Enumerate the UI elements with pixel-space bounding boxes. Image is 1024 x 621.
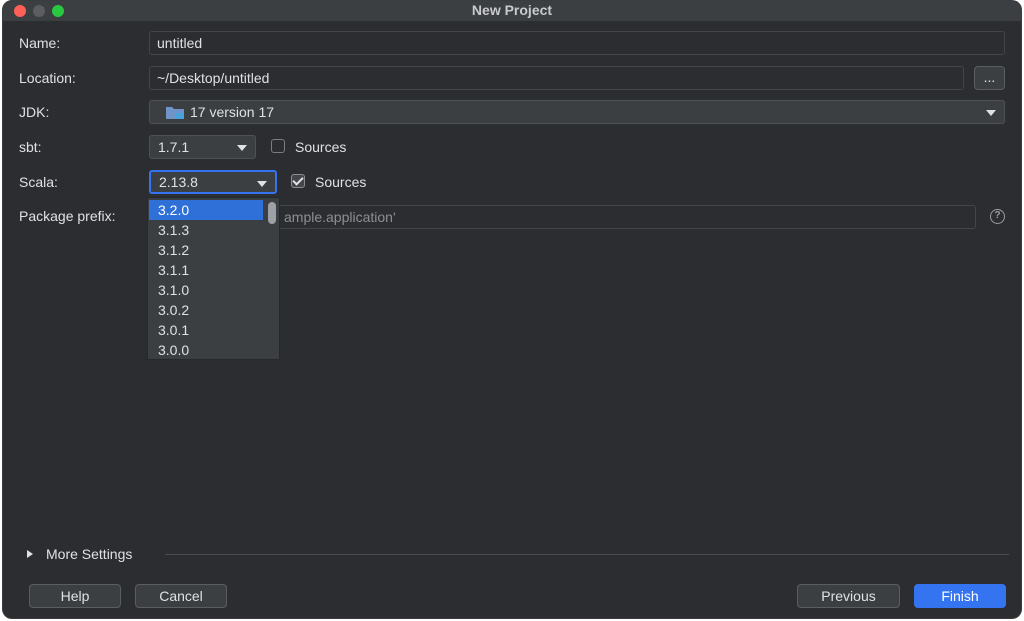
new-project-dialog: New Project Name: untitled Location: ~/D…: [2, 0, 1022, 619]
scala-version-value: 2.13.8: [159, 174, 198, 190]
sbt-label: sbt:: [19, 139, 42, 155]
help-icon[interactable]: ?: [990, 209, 1005, 224]
dropdown-option[interactable]: 3.0.0: [149, 340, 263, 360]
triangle-right-icon[interactable]: [27, 550, 33, 558]
help-button[interactable]: Help: [29, 584, 121, 608]
window-title: New Project: [471, 2, 553, 18]
jdk-select[interactable]: 17 version 17: [149, 100, 1005, 124]
dropdown-option[interactable]: 3.1.3: [149, 220, 263, 240]
dropdown-scrollbar[interactable]: [268, 202, 276, 224]
scala-sources-label: Sources: [315, 174, 367, 190]
location-input[interactable]: ~/Desktop/untitled: [149, 66, 964, 90]
jdk-value: 17 version 17: [190, 104, 275, 120]
previous-button[interactable]: Previous: [797, 584, 900, 608]
dropdown-option[interactable]: 3.1.0: [149, 280, 263, 300]
name-label: Name:: [19, 35, 61, 51]
dropdown-option[interactable]: 3.2.0: [149, 200, 263, 220]
divider: [165, 554, 1009, 555]
name-input[interactable]: untitled: [149, 31, 1005, 55]
cancel-button[interactable]: Cancel: [135, 584, 227, 608]
scala-sources-checkbox[interactable]: [291, 174, 305, 188]
chevron-down-icon: [257, 181, 267, 187]
scala-version-select[interactable]: 2.13.8: [149, 170, 277, 194]
finish-button[interactable]: Finish: [914, 584, 1006, 608]
check-icon: [292, 174, 304, 186]
sbt-sources-label: Sources: [295, 139, 347, 155]
chevron-down-icon: [986, 110, 996, 116]
dropdown-option[interactable]: 3.1.1: [149, 260, 263, 280]
dropdown-option[interactable]: 3.1.2: [149, 240, 263, 260]
sbt-sources-checkbox[interactable]: [271, 139, 285, 153]
sbt-version-value: 1.7.1: [158, 139, 190, 155]
jdk-label: JDK:: [19, 104, 50, 120]
browse-button[interactable]: ...: [974, 66, 1005, 90]
location-label: Location:: [19, 70, 76, 86]
chevron-down-icon: [237, 145, 247, 151]
title-bar: New Project: [3, 1, 1021, 21]
more-settings-toggle[interactable]: More Settings: [46, 546, 132, 562]
sbt-version-select[interactable]: 1.7.1: [149, 135, 256, 159]
scala-label: Scala:: [19, 174, 58, 190]
scala-version-dropdown: 3.2.0 3.1.3 3.1.2 3.1.1 3.1.0 3.0.2 3.0.…: [147, 197, 280, 360]
folder-icon: [166, 107, 184, 119]
dropdown-option[interactable]: 3.0.1: [149, 320, 263, 340]
package-prefix-label: Package prefix:: [19, 208, 116, 224]
dropdown-option[interactable]: 3.0.2: [149, 300, 263, 320]
